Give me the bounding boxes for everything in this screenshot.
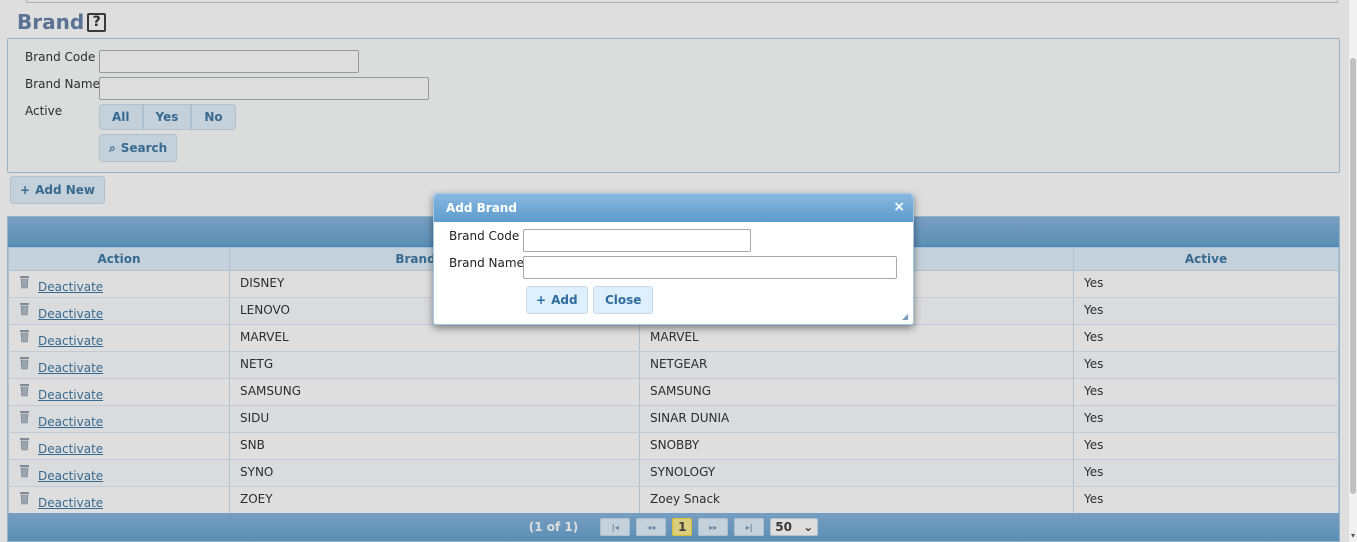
- dialog-brand-code-label: Brand Code: [449, 229, 520, 243]
- scrollbar-thumb[interactable]: [1350, 58, 1356, 494]
- close-icon[interactable]: ×: [893, 200, 905, 214]
- dialog-brand-name-label: Brand Name: [449, 256, 524, 270]
- dialog-add-button-label: Add: [551, 293, 578, 307]
- dialog-brand-code-input[interactable]: [523, 229, 751, 252]
- dialog-brand-name-input[interactable]: [523, 256, 897, 279]
- scroll-down-arrow-icon[interactable]: ▾: [1349, 532, 1357, 540]
- page-scrollbar[interactable]: ▾: [1349, 0, 1357, 542]
- dialog-close-button-label: Close: [605, 293, 642, 307]
- dialog-close-button[interactable]: Close: [593, 286, 654, 314]
- plus-icon: +: [536, 293, 547, 307]
- dialog-add-button[interactable]: + Add: [526, 286, 588, 314]
- resize-handle-icon[interactable]: ◢: [902, 313, 910, 321]
- dialog-title: Add Brand: [446, 201, 517, 215]
- dialog-titlebar[interactable]: Add Brand ×: [434, 194, 913, 222]
- add-brand-dialog: Add Brand × Brand Code Brand Name + Add …: [433, 193, 914, 325]
